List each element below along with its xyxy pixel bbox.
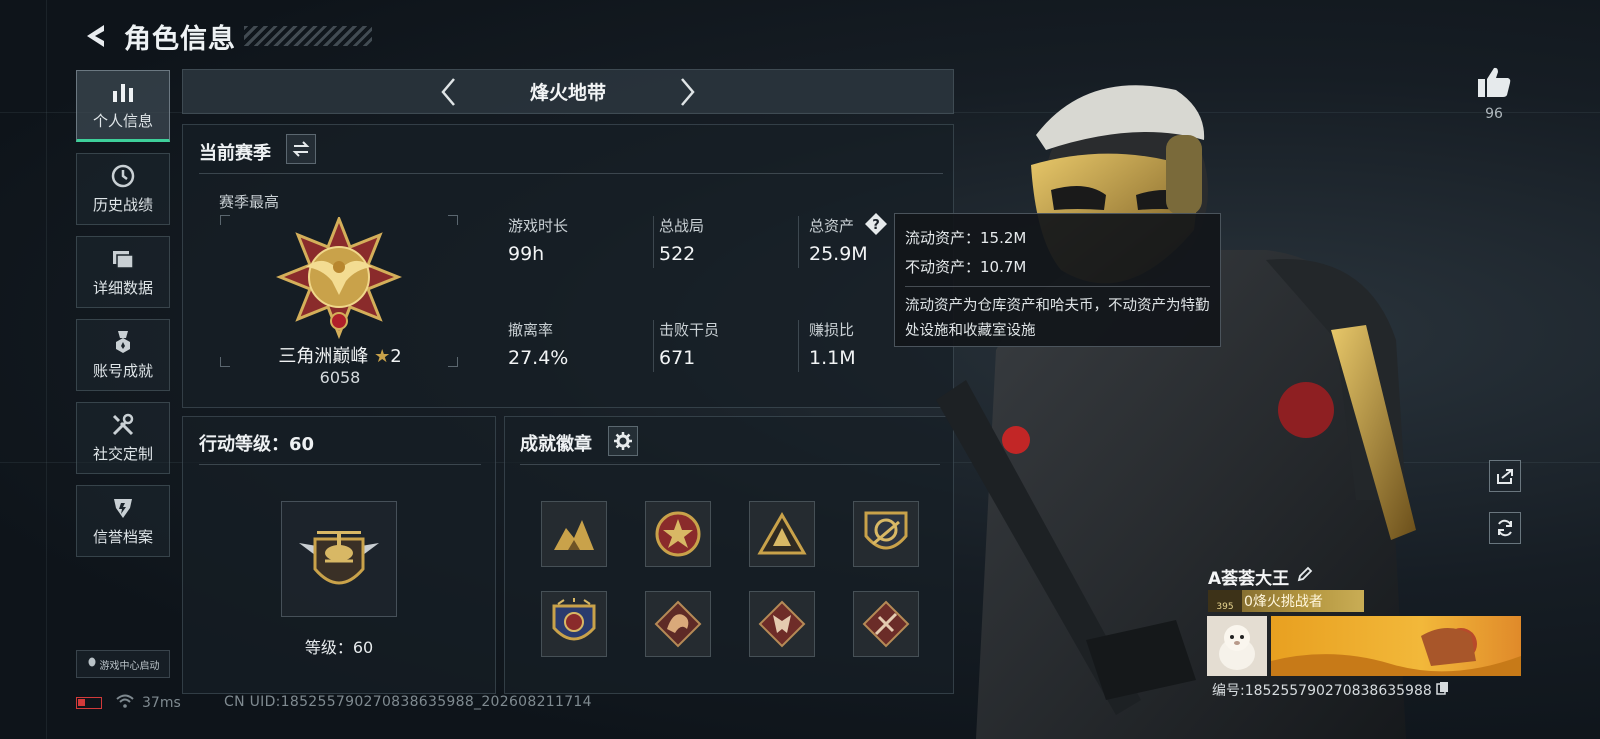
player-name: A荟荟大王 — [1208, 564, 1313, 589]
nav-item-achievements[interactable]: 账号成就 — [76, 319, 170, 391]
achievement-badge-8[interactable] — [853, 591, 919, 657]
clock-icon — [110, 163, 136, 189]
title-decoration — [244, 26, 372, 46]
helicopter-emblem-icon — [299, 531, 379, 585]
stat-separator — [653, 216, 654, 268]
nav-item-label: 信誉档案 — [92, 528, 153, 546]
tooltip-liquid-assets: 流动资产：15.2M — [905, 229, 1027, 247]
badge-settings-button[interactable] — [608, 426, 638, 456]
divider — [520, 464, 940, 465]
rank-score: 6058 — [319, 368, 361, 387]
like-button[interactable]: 96 — [1474, 66, 1514, 122]
achievement-badge-5[interactable] — [541, 591, 607, 657]
thumbs-up-icon — [1478, 67, 1511, 97]
stat-separator — [798, 216, 799, 268]
action-level-title: 行动等级：60 — [199, 434, 315, 455]
wifi-icon — [116, 694, 134, 712]
nav-item-label: 详细数据 — [92, 279, 153, 297]
bg-gridline — [46, 0, 47, 739]
rank-name: 三角洲巅峰 ★2 — [278, 346, 402, 367]
nav-item-label: 历史战绩 — [92, 196, 153, 214]
nav-item-personal-info[interactable]: 个人信息 — [76, 70, 170, 142]
avatar[interactable] — [1207, 616, 1267, 676]
achievement-badge-7[interactable] — [749, 591, 815, 657]
achievement-badge-1[interactable] — [541, 501, 607, 567]
season-panel-title: 当前赛季 — [199, 143, 271, 164]
divider — [199, 464, 481, 465]
achievement-badge-4[interactable] — [853, 501, 919, 567]
shield-icon — [110, 495, 136, 521]
chevron-left-icon — [441, 77, 455, 106]
mode-prev-button[interactable] — [428, 72, 468, 112]
tools-icon — [110, 412, 136, 438]
back-button[interactable] — [78, 19, 112, 53]
tooltip-divider — [905, 286, 1210, 287]
back-arrow-icon — [87, 25, 104, 47]
tooltip-description: 流动资产为仓库资产和哈夫币，不动资产为特勤处设施和收藏室设施 — [905, 298, 1210, 339]
folder-icon — [110, 246, 136, 272]
refresh-icon — [1498, 519, 1512, 537]
swap-arrows-icon — [292, 141, 310, 157]
nav-item-label: 社交定制 — [92, 445, 153, 463]
rank-stars: 2 — [390, 346, 402, 367]
rank-emblem — [275, 214, 403, 341]
title-level: 395 — [1208, 590, 1242, 612]
share-button[interactable] — [1489, 460, 1521, 492]
stat-separator — [798, 320, 799, 372]
player-title-plate: 395 0烽火挑战者 — [1208, 590, 1364, 612]
stat-play-time: 游戏时长 99h — [508, 217, 569, 265]
achievement-badge-3[interactable] — [749, 501, 815, 567]
stat-separator — [653, 320, 654, 372]
like-count: 96 — [1485, 106, 1503, 122]
side-nav: 个人信息 历史战绩 详细数据 账号成就 社交定制 信誉档案 — [76, 70, 170, 568]
mode-next-button[interactable] — [668, 72, 708, 112]
nav-item-social-custom[interactable]: 社交定制 — [76, 402, 170, 474]
nav-item-credit-record[interactable]: 信誉档案 — [76, 485, 170, 557]
battery-icon — [76, 697, 102, 709]
player-id: 编号:1852557902708386359​88 — [1212, 680, 1450, 700]
chevron-right-icon — [681, 77, 695, 106]
mode-selector: 烽火地带 — [182, 69, 954, 114]
player-title-text: 0烽火挑战者 — [1244, 594, 1323, 610]
assets-tooltip: 流动资产：15.2M 不动资产：10.7M 流动资产为仓库资产和哈夫币，不动资产… — [894, 213, 1221, 347]
season-best-label: 赛季最高 — [219, 193, 280, 211]
uid-text: CN UID:1852557902708386359​88_2026082117… — [224, 694, 592, 710]
share-icon — [1497, 469, 1513, 484]
badges-title: 成就徽章 — [520, 434, 592, 455]
tooltip-fixed-assets: 不动资产：10.7M — [905, 258, 1027, 276]
star-icon: ★ — [374, 346, 391, 367]
nav-item-detailed-data[interactable]: 详细数据 — [76, 236, 170, 308]
status-bar: 37ms — [76, 694, 181, 712]
edit-name-icon[interactable] — [1297, 566, 1313, 587]
achievement-badge-2[interactable] — [645, 501, 711, 567]
game-center-launch-button[interactable]: 游戏中心启动 — [76, 650, 170, 678]
game-center-label: 游戏中心启动 — [99, 660, 160, 672]
action-level-text: 等级：60 — [304, 638, 374, 657]
ping-text: 37ms — [142, 695, 181, 711]
nav-item-label: 账号成就 — [92, 362, 153, 380]
copy-icon[interactable] — [1436, 681, 1450, 699]
bar-chart-icon — [110, 79, 136, 105]
page-title: 角色信息 — [124, 23, 236, 55]
nav-item-history[interactable]: 历史战绩 — [76, 153, 170, 225]
gear-icon — [614, 432, 632, 450]
divider — [199, 173, 943, 174]
refresh-button[interactable] — [1489, 512, 1521, 544]
action-level-emblem — [281, 501, 397, 617]
nav-item-label: 个人信息 — [92, 112, 153, 130]
header: 角色信息 — [78, 16, 372, 56]
help-icon[interactable]: ? — [864, 212, 888, 236]
player-banner — [1271, 616, 1521, 676]
qq-icon — [87, 657, 97, 671]
svg-text:?: ? — [872, 218, 880, 233]
stat-kills: 击败干员 671 — [659, 321, 720, 369]
achievement-badge-6[interactable] — [645, 591, 711, 657]
mode-title: 烽火地带 — [529, 82, 606, 104]
switch-season-button[interactable] — [286, 134, 316, 164]
stat-extract-rate: 撤离率 27.4% — [508, 321, 569, 369]
medal-icon — [110, 329, 136, 355]
stat-total-matches: 总战局 522 — [659, 217, 705, 265]
